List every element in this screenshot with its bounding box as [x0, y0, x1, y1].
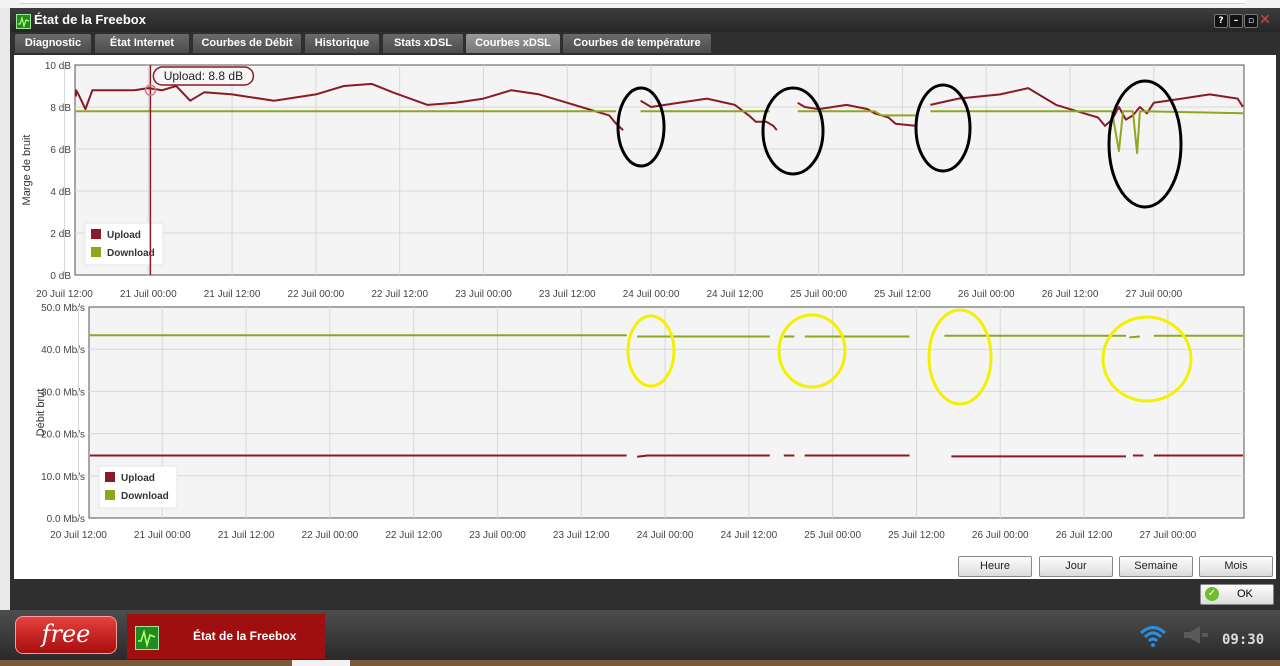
x-tick-label: 25 Juil 00:00 [804, 530, 861, 541]
legend-label-download: Download [121, 491, 169, 502]
legend-label-download: Download [107, 248, 155, 259]
desktop-bottom-strip [0, 660, 1280, 666]
restore-button[interactable]: ▫ [1244, 14, 1258, 28]
tab-courbes-debit[interactable]: Courbes de Débit [193, 34, 301, 53]
legend-swatch-upload [105, 472, 115, 482]
x-tick-label: 22 Juil 00:00 [302, 530, 359, 541]
signal-icon [135, 626, 159, 650]
legend-swatch-upload [91, 229, 101, 239]
window-title: État de la Freebox [34, 12, 146, 27]
y-tick-label: 2 dB [50, 229, 71, 240]
x-tick-label: 22 Juil 12:00 [371, 289, 428, 300]
chart-1: 10 dB 8 dB 6 dB 4 dB 2 dB 0 dB 20 Juil 12:00 21… [21, 61, 1245, 300]
tab-stats-xdsl[interactable]: Stats xDSL [383, 34, 463, 53]
y-tick-label: 4 dB [50, 187, 71, 198]
tab-courbes-xdsl[interactable]: Courbes xDSL [466, 34, 560, 53]
minimize-button[interactable]: – [1229, 14, 1243, 28]
app-signal-icon [16, 14, 31, 29]
semaine-button[interactable]: Semaine [1119, 556, 1193, 577]
x-tick-label: 27 Juil 00:00 [1125, 289, 1182, 300]
x-tick-label: 25 Juil 12:00 [888, 530, 945, 541]
chart-2: 50.0 Mb/s40.0 Mb/s30.0 Mb/s20.0 Mb/s10.0… [35, 303, 1245, 541]
x-tick-label: 22 Juil 12:00 [385, 530, 442, 541]
x-tick-label: 24 Juil 00:00 [637, 530, 694, 541]
help-button[interactable]: ? [1214, 14, 1228, 28]
x-tick-label: 20 Juil 12:00 [36, 289, 93, 300]
legend-label-upload: Upload [121, 473, 155, 484]
y-tick-label: 10 dB [45, 61, 71, 72]
tab-historique[interactable]: Historique [305, 34, 379, 53]
taskbar: free État de la Freebox 09:30 [0, 610, 1280, 660]
y-tick-label: 8 dB [50, 103, 71, 114]
tooltip-text: Upload: 8.8 dB [164, 69, 243, 83]
x-tick-label: 26 Juil 12:00 [1042, 289, 1099, 300]
x-tick-label: 24 Juil 12:00 [707, 289, 764, 300]
heure-button[interactable]: Heure [958, 556, 1032, 577]
y-tick-label: 0.0 Mb/s [47, 514, 85, 525]
clock: 09:30 [1222, 632, 1265, 648]
x-tick-label: 24 Juil 00:00 [623, 289, 680, 300]
charts-canvas: 10 dB 8 dB 6 dB 4 dB 2 dB 0 dB 20 Juil 12:00 21… [21, 61, 1245, 541]
x-tick-label: 26 Juil 12:00 [1056, 530, 1113, 541]
close-icon[interactable]: ✕ [1259, 13, 1271, 27]
chart-panel: 10 dB 8 dB 6 dB 4 dB 2 dB 0 dB 20 Juil 12:00 21… [14, 55, 1276, 579]
jour-button[interactable]: Jour [1039, 556, 1113, 577]
x-tick-label: 23 Juil 00:00 [455, 289, 512, 300]
tab-diagnostic[interactable]: Diagnostic [15, 34, 91, 53]
plot-area-2 [88, 306, 1245, 519]
x-tick-label: 27 Juil 00:00 [1139, 530, 1196, 541]
legend-label-upload: Upload [107, 230, 141, 241]
x-tick-label: 26 Juil 00:00 [972, 530, 1029, 541]
taskbar-item-freebox[interactable]: État de la Freebox [127, 614, 325, 659]
x-tick-label: 24 Juil 12:00 [721, 530, 778, 541]
y-axis-title: Débit brut [35, 389, 47, 437]
legend-swatch-download [105, 490, 115, 500]
wifi-icon[interactable] [1138, 622, 1168, 648]
x-tick-label: 22 Juil 00:00 [288, 289, 345, 300]
ok-label: OK [1237, 588, 1253, 600]
legend-swatch-download [91, 247, 101, 257]
x-tick-label: 26 Juil 00:00 [958, 289, 1015, 300]
taskbar-item-label: État de la Freebox [193, 629, 297, 643]
x-tick-label: 21 Juil 12:00 [218, 530, 275, 541]
ok-button[interactable]: ✓ OK [1200, 584, 1274, 605]
x-tick-label: 21 Juil 00:00 [134, 530, 191, 541]
desktop-item [292, 660, 350, 666]
tab-courbes-temperature[interactable]: Courbes de température [563, 34, 711, 53]
mois-button[interactable]: Mois [1199, 556, 1273, 577]
x-tick-label: 23 Juil 12:00 [553, 530, 610, 541]
x-tick-label: 23 Juil 00:00 [469, 530, 526, 541]
address-bar-edge [20, 0, 1245, 4]
x-tick-label: 21 Juil 00:00 [120, 289, 177, 300]
x-tick-label: 21 Juil 12:00 [204, 289, 261, 300]
speaker-muted-icon[interactable] [1182, 624, 1212, 646]
y-tick-label: 6 dB [50, 145, 71, 156]
check-icon: ✓ [1205, 587, 1219, 601]
series-line-download [1129, 335, 1140, 339]
browser-top-strip [0, 0, 1280, 8]
y-tick-label: 0 dB [50, 271, 71, 282]
free-start-button[interactable]: free [15, 616, 117, 654]
tab-etat-internet[interactable]: État Internet [95, 34, 189, 53]
y-axis-title: Marge de bruit [21, 135, 33, 206]
freebox-window: État de la Freebox ? – ▫ ✕ Diagnostic Ét… [10, 8, 1280, 610]
x-tick-label: 25 Juil 00:00 [790, 289, 847, 300]
x-tick-label: 25 Juil 12:00 [874, 289, 931, 300]
x-tick-label: 20 Juil 12:00 [50, 530, 107, 541]
title-bar[interactable]: État de la Freebox ? – ▫ ✕ [10, 8, 1280, 32]
x-tick-label: 23 Juil 12:00 [539, 289, 596, 300]
